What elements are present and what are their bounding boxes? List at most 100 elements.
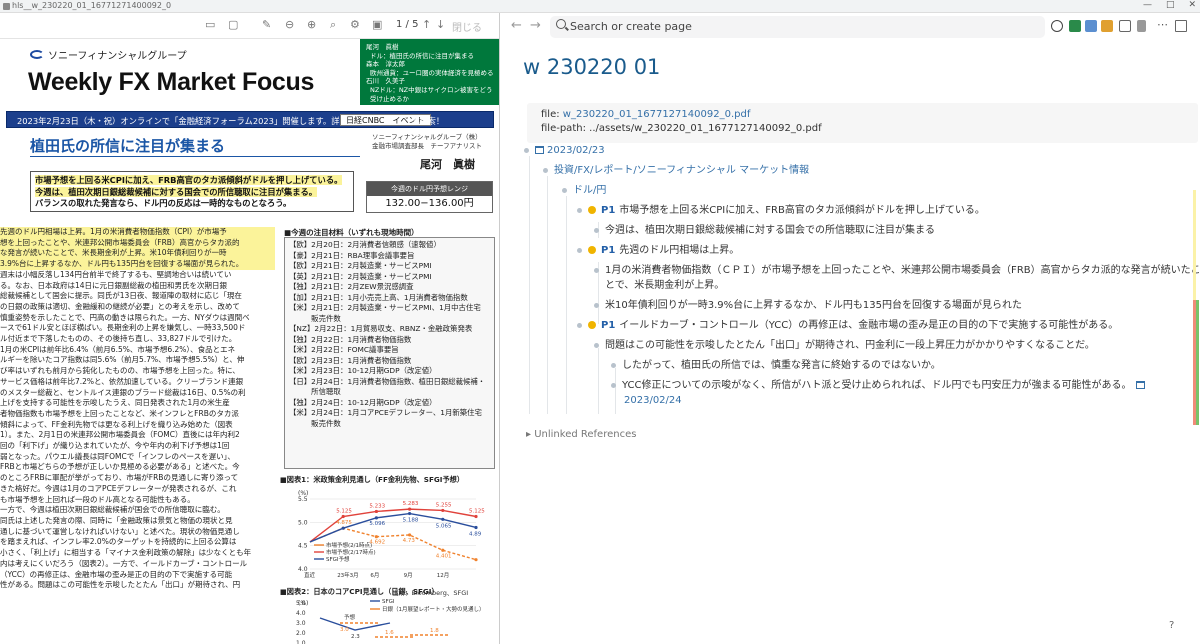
data-label: 4.401 — [436, 553, 452, 559]
prop-file-label: file: — [541, 109, 560, 120]
legend-label: 日銀（1月展望レポート・大勢の見通し） — [382, 605, 485, 613]
outline-icon[interactable]: ▭ — [205, 18, 215, 31]
block-text[interactable]: 米10年債利回りが一時3.9%台に上昇するなか、ドル円も135円台を回復する場面… — [605, 300, 1022, 311]
bullet[interactable] — [594, 342, 599, 348]
sidebar-icon[interactable] — [1119, 20, 1131, 32]
bullet[interactable] — [594, 302, 599, 308]
bullet[interactable] — [611, 382, 616, 388]
zoom-in-icon[interactable]: ⊕ — [307, 18, 316, 31]
bullet[interactable] — [594, 267, 599, 273]
next-page-icon[interactable]: ↓ — [436, 18, 445, 31]
category-block[interactable]: 投資/FX/レポート/ソニーフィナンシャル マーケット情報 — [543, 164, 809, 178]
more-icon[interactable]: ⋯ — [1157, 18, 1169, 31]
pen-icon[interactable]: ✎ — [262, 18, 271, 31]
block-text[interactable]: したがって、植田氏の所信では、慎重な発言に終始するのではないか。 — [622, 360, 941, 371]
contents-line: 石川 久美子 — [366, 77, 405, 86]
summary-line: 今週は、植田次期日銀総裁候補に対する国会での所信聴取に注目が集まる。 — [35, 186, 318, 197]
highlight-icon[interactable]: ▢ — [228, 18, 238, 31]
block-p1[interactable]: P1 イールドカーブ・コントロール（YCC）の再修正は、金融市場の歪み是正の目的の… — [577, 319, 1118, 333]
date-block[interactable]: 2023/02/23 — [524, 144, 605, 158]
x-tick-label: 9月 — [404, 572, 413, 579]
block[interactable]: したがって、植田氏の所信では、慎重な発言に終始するのではないか。 — [611, 359, 941, 373]
prop-file-link[interactable]: w_230220_01_1677127140092_0.pdf — [563, 109, 751, 120]
priority-dot-icon — [588, 246, 596, 254]
unlinked-label[interactable]: Unlinked References — [534, 429, 636, 440]
bullet[interactable] — [577, 247, 582, 253]
block-text[interactable]: 市場予想を上回る米CPIに加え、FRB高官のタカ派傾斜がドルを押し上げている。 — [619, 205, 985, 216]
bullet[interactable] — [611, 362, 616, 368]
plugin-icon[interactable] — [1069, 20, 1081, 32]
block-p1[interactable]: P1 先週のドル円相場は上昇。 — [577, 244, 739, 258]
close-pdf-button[interactable]: 閉じる — [452, 19, 482, 34]
data-label: 3.0 — [340, 627, 349, 633]
author-name: 尾河 眞樹 — [420, 158, 475, 171]
calendar-icon[interactable] — [1137, 20, 1146, 32]
settings-icon[interactable]: ⚙ — [350, 18, 360, 31]
block-text[interactable]: 1月の米消費者物価指数（ＣＰＩ）が市場予想を上回ったことや、米連邦公開市場委員会… — [605, 265, 1200, 276]
data-point — [374, 516, 378, 520]
block[interactable]: YCC修正についての示唆がなく、所信がハト派と受け止められれば、ドル円でも円安圧… — [611, 379, 1148, 393]
bullet[interactable] — [594, 227, 599, 233]
data-point — [374, 509, 378, 514]
help-button[interactable]: ? — [1169, 620, 1174, 631]
back-arrow-icon[interactable]: ← — [511, 18, 522, 33]
block[interactable]: 今週は、植田次期日銀総裁候補に対する国会での所信聴取に注目が集まる — [594, 224, 935, 238]
bullet[interactable] — [524, 147, 529, 153]
prev-page-icon[interactable]: ↑ — [422, 18, 431, 31]
block[interactable]: 問題はこの可能性を示唆したとたん「出口」が期待され、円金利に一段上昇圧力がかかり… — [594, 339, 1095, 353]
bullet[interactable] — [577, 207, 582, 213]
block-p1[interactable]: P1 市場予想を上回る米CPIに加え、FRB高官のタカ派傾斜がドルを押し上げている… — [577, 204, 985, 218]
data-label: 1.8 — [430, 628, 439, 634]
subcategory-link[interactable]: ドル/円 — [573, 185, 606, 196]
page-indicator[interactable]: 1 / 5 — [396, 19, 418, 30]
category-link[interactable]: 投資/FX/レポート/ソニーフィナンシャル マーケット情報 — [554, 165, 809, 176]
data-label: 5.125 — [469, 509, 485, 515]
summary-line: 市場予想を上回る米CPIに加え、FRB高官のタカ派傾斜がドルを押し上げている。 — [35, 175, 343, 185]
nav-bar: ← → Search or create page ⋯ — [501, 13, 1200, 40]
body-line: な発言が続いたことで、米長期金利が上昇。米10年債利回りが一時 — [0, 248, 275, 260]
body-line: 通しに基づいて運営しなければいけない」と述べた。現状の物価見通し — [0, 526, 240, 536]
layout-icon[interactable] — [1175, 20, 1187, 32]
schedule-item: 【欧】2月21日：2月製造業・サービスPMI — [289, 261, 432, 270]
date-link[interactable]: 2023/02/23 — [547, 145, 605, 156]
comment-icon[interactable]: ▣ — [372, 18, 382, 31]
close-icon[interactable]: ✕ — [1188, 0, 1196, 10]
page-title[interactable]: w 230220 01 — [523, 55, 660, 79]
body-line: も市場予想を上回れば一段のドル高となる可能性もある。 — [0, 494, 195, 504]
priority-tag[interactable]: P1 — [601, 245, 615, 256]
zoom-out-icon[interactable]: ⊖ — [285, 18, 294, 31]
block[interactable]: 1月の米消費者物価指数（ＣＰＩ）が市場予想を上回ったことや、米連邦公開市場委員会… — [594, 264, 1200, 278]
block[interactable]: 米10年債利回りが一時3.9%台に上昇するなか、ドル円も135円台を回復する場面… — [594, 299, 1022, 313]
priority-tag[interactable]: P1 — [601, 320, 615, 331]
search-input[interactable]: Search or create page — [550, 16, 1045, 38]
bullet[interactable] — [543, 167, 548, 173]
body-line: 者物価指数も市場予想を上回ったことなど、米インフレとFRBのタカ派 — [0, 408, 239, 418]
block-continuation[interactable]: 2023/02/24 — [624, 394, 682, 408]
bullet[interactable] — [562, 187, 567, 193]
maximize-icon[interactable]: □ — [1166, 0, 1175, 10]
body-line: きた格好だ。今週は1月のコアPCEデフレーターが発表されるが、これ — [0, 483, 237, 493]
bullet[interactable] — [577, 322, 582, 328]
body-line: 1）。また、2月1日の米連邦公開市場委員会（FOMC）直後には年内利2 — [0, 430, 240, 440]
thread-line — [598, 348, 599, 414]
schedule-item: 【米】2月23日：10-12月期GDP（改定値） — [289, 366, 437, 375]
sync-icon[interactable] — [1051, 20, 1063, 32]
forward-arrow-icon[interactable]: → — [530, 18, 541, 33]
block-text[interactable]: とで、米長期金利が上昇。 — [605, 280, 724, 291]
translate-icon[interactable] — [1085, 20, 1097, 32]
subcategory-block[interactable]: ドル/円 — [562, 184, 606, 198]
search-icon[interactable]: ⌕ — [330, 18, 336, 32]
minimize-icon[interactable]: — — [1143, 0, 1152, 10]
date-link[interactable]: 2023/02/24 — [624, 395, 682, 406]
data-label: 5.096 — [369, 521, 385, 527]
priority-tag[interactable]: P1 — [601, 205, 615, 216]
extension-icon[interactable] — [1101, 20, 1113, 32]
block-text[interactable]: 今週は、植田次期日銀総裁候補に対する国会での所信聴取に注目が集まる — [605, 225, 935, 236]
block-continuation[interactable]: とで、米長期金利が上昇。 — [605, 279, 724, 293]
unlinked-references[interactable]: ▸ Unlinked References — [526, 429, 636, 440]
block-text[interactable]: YCC修正についての示唆がなく、所信がハト派と受け止められれば、ドル円でも円安圧… — [622, 380, 1132, 391]
block-text[interactable]: 先週のドル円相場は上昇。 — [619, 245, 739, 256]
block-text[interactable]: イールドカーブ・コントロール（YCC）の再修正は、金融市場の歪み是正の目的の下で… — [619, 320, 1118, 331]
block-text[interactable]: 問題はこの可能性を示唆したとたん「出口」が期待され、円金利に一段上昇圧力がかかり… — [605, 340, 1095, 351]
properties-block[interactable]: file: w_230220_01_1677127140092_0.pdf fi… — [527, 103, 1198, 143]
